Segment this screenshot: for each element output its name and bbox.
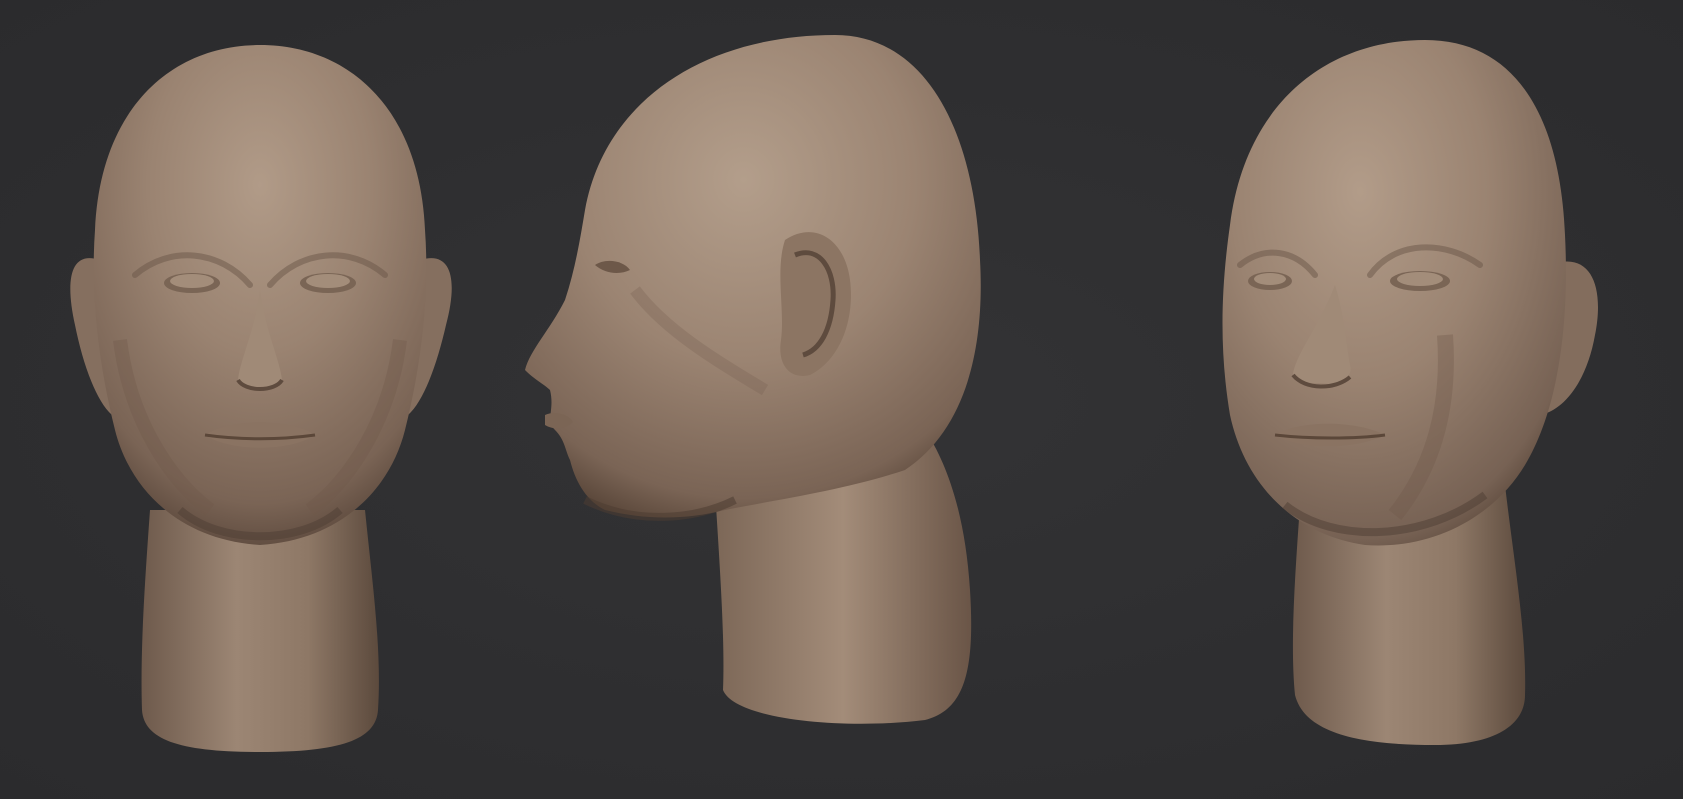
sculpt-viewport (0, 0, 1683, 799)
threeq-cranium-face (1222, 40, 1566, 546)
three-quarter-view-head (1222, 40, 1598, 745)
front-view-head (70, 45, 452, 752)
front-neck (141, 510, 379, 752)
profile-view-head (525, 35, 981, 724)
profile-cranium-face (525, 35, 981, 518)
